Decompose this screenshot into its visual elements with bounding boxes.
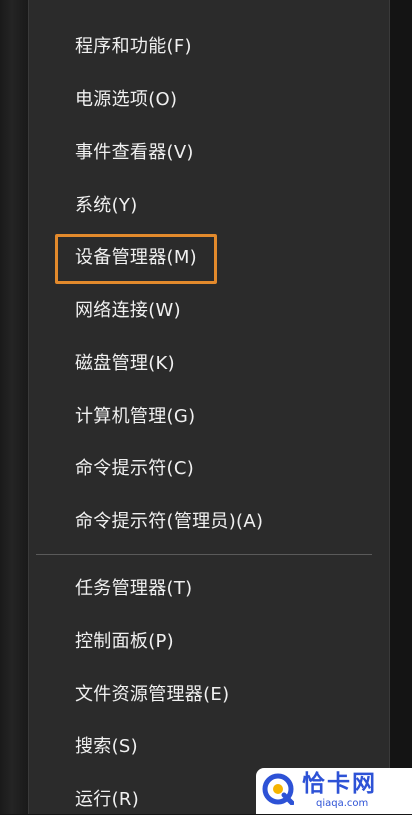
menu-item-disk-management[interactable]: 磁盘管理(K) xyxy=(75,349,175,379)
site-watermark: 恰卡网 qiaqa.com xyxy=(256,768,412,814)
watermark-title: 恰卡网 xyxy=(302,771,377,797)
menu-item-command-prompt[interactable]: 命令提示符(C) xyxy=(75,454,194,484)
menu-item-file-explorer[interactable]: 文件资源管理器(E) xyxy=(75,680,229,710)
menu-item-control-panel[interactable]: 控制面板(P) xyxy=(75,627,174,657)
menu-item-power-options[interactable]: 电源选项(O) xyxy=(75,85,177,115)
menu-item-run[interactable]: 运行(R) xyxy=(75,785,139,815)
menu-item-search[interactable]: 搜索(S) xyxy=(75,732,138,762)
menu-item-programs-and-features[interactable]: 程序和功能(F) xyxy=(75,32,192,62)
menu-item-system[interactable]: 系统(Y) xyxy=(75,191,138,221)
watermark-url: qiaqa.com xyxy=(316,798,369,809)
menu-item-computer-management[interactable]: 计算机管理(G) xyxy=(75,402,195,432)
menu-item-network-connections[interactable]: 网络连接(W) xyxy=(75,296,181,326)
menu-item-command-prompt-admin[interactable]: 命令提示符(管理员)(A) xyxy=(75,507,263,537)
menu-item-task-manager[interactable]: 任务管理器(T) xyxy=(75,574,192,604)
menu-separator xyxy=(36,554,372,555)
menu-item-event-viewer[interactable]: 事件查看器(V) xyxy=(75,138,194,168)
device-manager-highlight-box xyxy=(55,234,217,284)
watermark-logo-icon xyxy=(262,773,294,805)
winx-context-menu: 程序和功能(F) 电源选项(O) 事件查看器(V) 系统(Y) 设备管理器(M)… xyxy=(28,0,390,814)
